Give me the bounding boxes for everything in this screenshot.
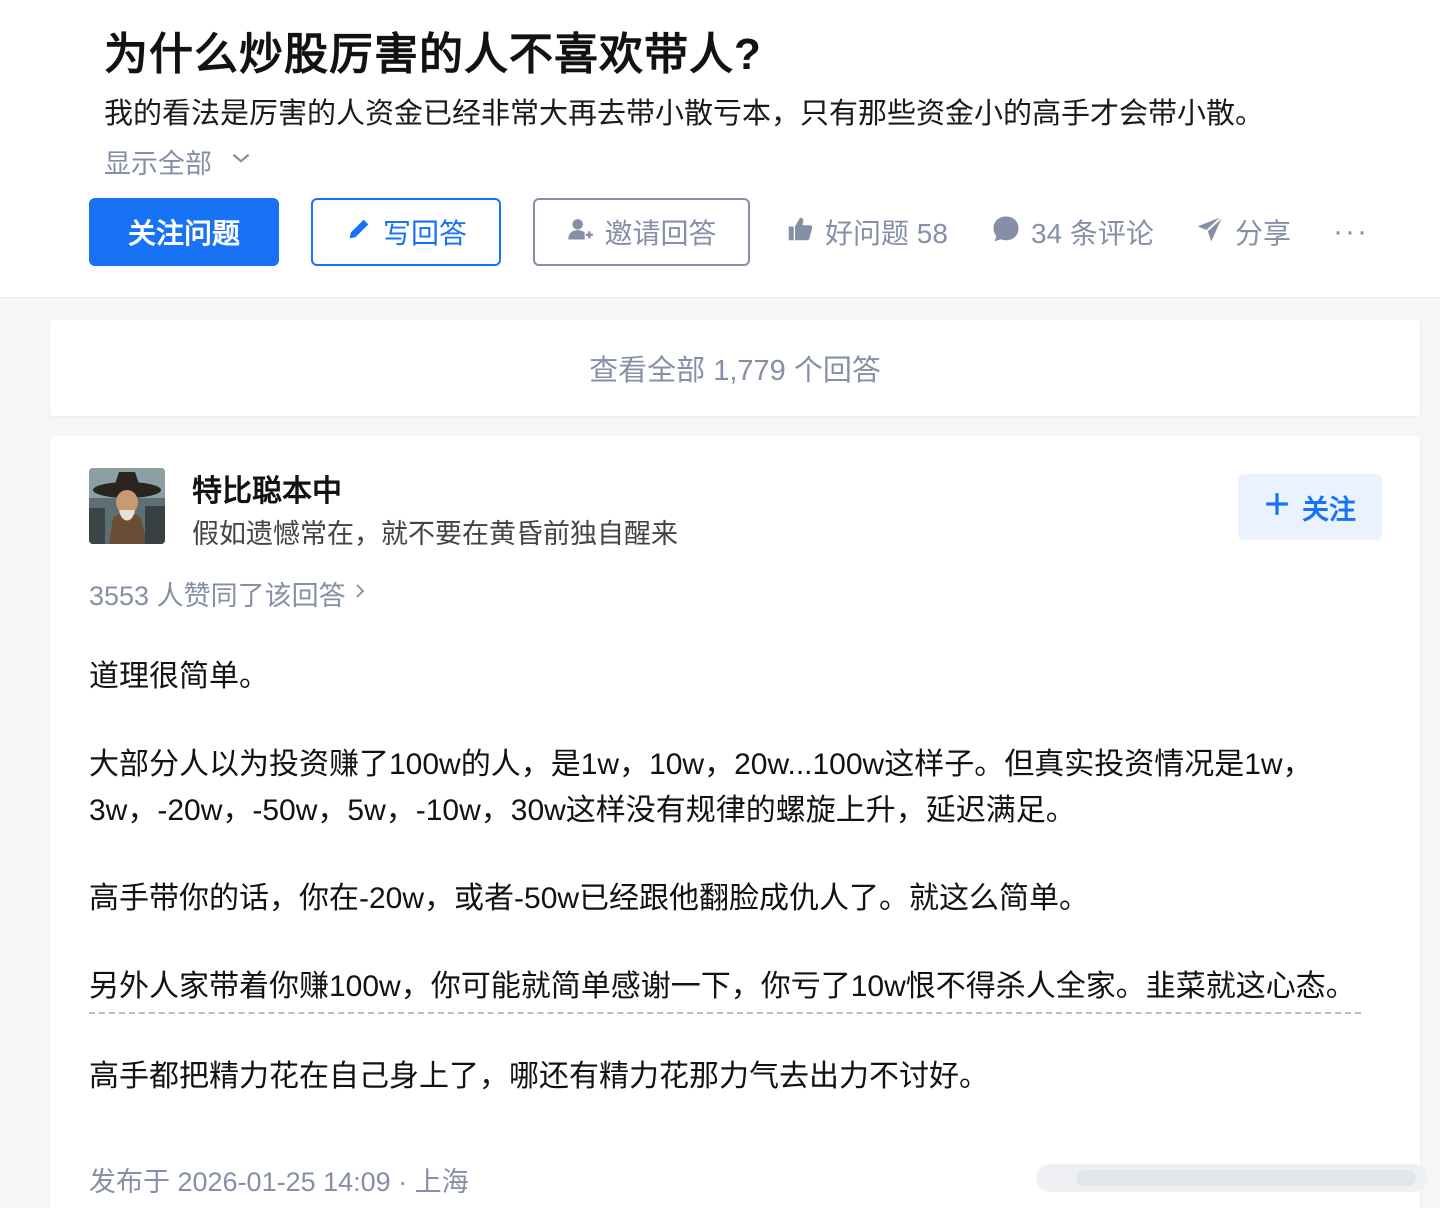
- avatar[interactable]: [89, 468, 165, 544]
- good-question-label: 好问题 58: [825, 218, 948, 249]
- good-question-button[interactable]: 好问题 58: [785, 198, 948, 266]
- share-label: 分享: [1235, 218, 1292, 249]
- answer-paragraph-highlighted: 另外人家带着你赚100w，你可能就简单感谢一下，你亏了10w恨不得杀人全家。韭菜…: [89, 964, 1361, 1014]
- plus-icon: [1264, 491, 1290, 524]
- follow-author-label: 关注: [1302, 494, 1356, 525]
- answer-paragraph: 高手带你的话，你在-20w，或者-50w已经跟他翻脸成仇人了。就这么简单。: [89, 882, 1090, 915]
- share-plane-icon: [1195, 214, 1225, 251]
- more-icon: ···: [1333, 215, 1369, 248]
- follow-question-button[interactable]: 关注问题: [89, 198, 279, 266]
- vote-summary-label: 3553 人赞同了该回答: [89, 581, 346, 611]
- invite-user-icon: [566, 215, 594, 250]
- question-detail: 我的看法是厉害的人资金已经非常大再去带小散亏本，只有那些资金小的高手才会带小散。: [104, 98, 1265, 130]
- share-button[interactable]: 分享: [1195, 198, 1291, 266]
- answer-content: 道理很简单。 大部分人以为投资赚了100w的人，是1w，10w，20w...10…: [89, 654, 1389, 1142]
- question-title: 为什么炒股厉害的人不喜欢带人?: [104, 30, 762, 79]
- write-answer-label: 写回答: [382, 218, 467, 249]
- write-answer-button[interactable]: 写回答: [311, 198, 501, 266]
- question-header: 为什么炒股厉害的人不喜欢带人? 我的看法是厉害的人资金已经非常大再去带小散亏本，…: [0, 0, 1440, 298]
- show-all-label: 显示全部: [104, 149, 212, 179]
- answer-card: 特比聪本中 假如遗憾常在，就不要在黄昏前独自醒来 关注 3553 人赞同了该回答…: [50, 436, 1420, 1208]
- show-all-button[interactable]: 显示全部: [104, 142, 254, 181]
- comments-button[interactable]: 34 条评论: [991, 198, 1154, 266]
- watermark-bar: [1036, 1160, 1428, 1196]
- comments-label: 34 条评论: [1031, 218, 1154, 249]
- view-all-answers-button[interactable]: 查看全部 1,779 个回答: [50, 320, 1420, 416]
- answer-paragraph: 3w，-20w，-50w，5w，-10w，30w这样没有规律的螺旋上升，延迟满足…: [89, 794, 1076, 827]
- answer-paragraph: 大部分人以为投资赚了100w的人，是1w，10w，20w...100w这样子。但…: [89, 748, 1313, 781]
- publish-info: 发布于 2026-01-25 14:09 · 上海: [89, 1167, 469, 1197]
- more-button[interactable]: ···: [1333, 198, 1369, 266]
- follow-author-button[interactable]: 关注: [1238, 474, 1382, 540]
- comment-bubble-icon: [991, 214, 1021, 251]
- question-actions: 关注问题 写回答 邀请回答 好问题 58 34 条评论 分享 ···: [89, 198, 1389, 266]
- author-name[interactable]: 特比聪本中: [192, 466, 342, 510]
- vote-summary-link[interactable]: 3553 人赞同了该回答: [89, 574, 368, 613]
- chevron-right-icon: [352, 578, 368, 609]
- answer-paragraph: 高手都把精力花在自己身上了，哪还有精力花那力气去出力不讨好。: [89, 1060, 989, 1093]
- follow-question-label: 关注问题: [127, 218, 240, 249]
- chevron-down-icon: [228, 145, 254, 178]
- view-all-answers-label: 查看全部 1,779 个回答: [589, 355, 881, 387]
- invite-answer-button[interactable]: 邀请回答: [533, 198, 750, 266]
- author-bio: 假如遗憾常在，就不要在黄昏前独自醒来: [192, 519, 678, 549]
- invite-answer-label: 邀请回答: [604, 218, 717, 249]
- pencil-icon: [345, 215, 373, 250]
- answer-paragraph: 道理很简单。: [89, 660, 269, 693]
- thumbs-up-icon: [785, 214, 815, 251]
